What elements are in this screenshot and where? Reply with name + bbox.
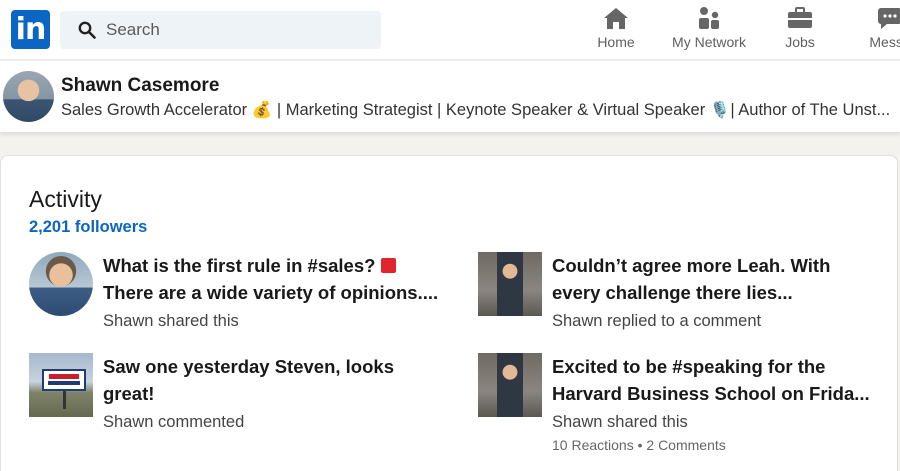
post-stats[interactable]: 10 Reactions • 2 Comments bbox=[552, 437, 870, 453]
post-title-line1: What is the first rule in #sales? bbox=[103, 255, 381, 276]
post-thumbnail bbox=[478, 353, 542, 417]
billboard-pole bbox=[63, 391, 66, 409]
nav-my-network-label: My Network bbox=[672, 34, 746, 50]
linkedin-logo[interactable]: in bbox=[11, 10, 50, 49]
post-title-line1[interactable]: Saw one yesterday Steven, looks bbox=[103, 353, 394, 380]
post-meta: Shawn replied to a comment bbox=[552, 312, 762, 330]
activity-card: Activity 2,201 followers What is the fir… bbox=[0, 155, 898, 471]
search-box[interactable] bbox=[60, 11, 381, 49]
nav-messaging[interactable]: Messa bbox=[855, 6, 900, 58]
profile-name[interactable]: Shawn Casemore bbox=[61, 75, 219, 97]
nav-home[interactable]: Home bbox=[588, 6, 644, 58]
post-title-line1[interactable]: Excited to be #speaking for the bbox=[552, 353, 870, 380]
search-input[interactable] bbox=[106, 20, 346, 40]
nav-jobs[interactable]: Jobs bbox=[772, 6, 828, 58]
activity-title: Activity bbox=[29, 186, 102, 212]
profile-avatar[interactable] bbox=[3, 71, 54, 122]
home-icon bbox=[604, 8, 628, 29]
post-thumbnail bbox=[29, 353, 93, 417]
profile-headline: Sales Growth Accelerator 💰 | Marketing S… bbox=[61, 101, 891, 119]
followers-link[interactable]: 2,201 followers bbox=[29, 218, 147, 237]
nav-my-network[interactable]: My Network bbox=[664, 6, 754, 58]
post-thumbnail bbox=[478, 252, 542, 316]
post-meta: Shawn shared this bbox=[103, 312, 239, 330]
top-nav: in Home My Network Jobs bbox=[0, 0, 900, 60]
nav-home-label: Home bbox=[597, 34, 635, 50]
post-title-line2[interactable]: There are a wide variety of opinions.... bbox=[103, 279, 438, 306]
post-thumbnail bbox=[29, 252, 93, 316]
post-title[interactable]: What is the first rule in #sales? bbox=[103, 252, 438, 279]
briefcase-icon bbox=[788, 7, 812, 28]
messaging-icon bbox=[878, 8, 900, 29]
red-square-emoji bbox=[380, 258, 396, 273]
post-meta: Shawn shared this bbox=[552, 413, 688, 431]
nav-jobs-label: Jobs bbox=[785, 34, 815, 50]
post-meta: Shawn commented bbox=[103, 413, 245, 431]
post-title-line2[interactable]: Harvard Business School on Frida... bbox=[552, 380, 870, 407]
nav-messaging-label: Messa bbox=[869, 34, 900, 50]
search-icon bbox=[78, 21, 96, 39]
billboard-graphic bbox=[42, 369, 86, 391]
post-title-line2[interactable]: every challenge there lies... bbox=[552, 279, 830, 306]
people-icon bbox=[699, 7, 719, 29]
post-title-line2[interactable]: great! bbox=[103, 380, 394, 407]
profile-header-bar: Shawn Casemore Sales Growth Accelerator … bbox=[0, 61, 900, 133]
post-title-line1[interactable]: Couldn’t agree more Leah. With bbox=[552, 252, 830, 279]
